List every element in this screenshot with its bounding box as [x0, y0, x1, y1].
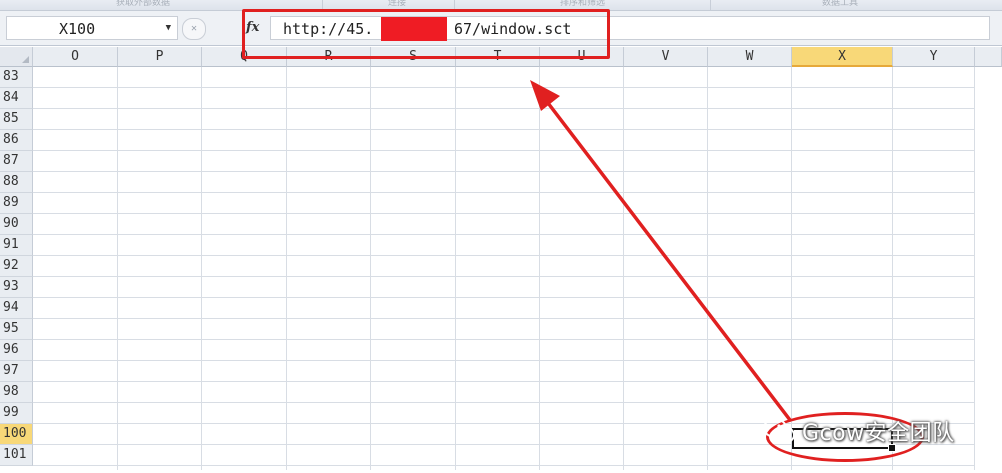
row-header-83[interactable]: 83: [0, 67, 33, 88]
row-header-96[interactable]: 96: [0, 340, 33, 361]
row-header-94[interactable]: 94: [0, 298, 33, 319]
row-gridline: [33, 234, 975, 235]
name-box-value: X100: [59, 20, 96, 38]
column-gridline: [707, 67, 708, 470]
formula-bar: X100 ▼ ✕ fx http://45. 67/window.sct: [0, 11, 1002, 46]
column-header-t[interactable]: T: [456, 47, 540, 67]
formula-text-end: 67/window.sct: [454, 20, 572, 38]
row-header-101[interactable]: 101: [0, 445, 33, 466]
row-gridline: [33, 318, 975, 319]
column-gridline: [455, 67, 456, 470]
row-header-90[interactable]: 90: [0, 214, 33, 235]
row-gridline: [33, 129, 975, 130]
column-header-q[interactable]: Q: [202, 47, 287, 67]
column-gridline: [623, 67, 624, 470]
column-gridline: [201, 67, 202, 470]
formula-input[interactable]: http://45. 67/window.sct: [270, 16, 990, 41]
chevron-down-icon[interactable]: ▼: [166, 23, 171, 33]
row-gridline: [33, 402, 975, 403]
select-all-corner[interactable]: [0, 47, 33, 67]
column-header-p[interactable]: P: [118, 47, 202, 67]
ribbon-group-data-tools: 数据工具: [822, 0, 859, 8]
row-header-84[interactable]: 84: [0, 88, 33, 109]
watermark: Gcow安全团队: [760, 412, 955, 450]
column-gridline: [370, 67, 371, 470]
row-gridline: [33, 276, 975, 277]
row-gridline: [33, 465, 975, 466]
column-gridline: [974, 67, 975, 470]
column-gridline: [539, 67, 540, 470]
row-gridline: [33, 150, 975, 151]
ribbon-group-labels: 获取外部数据 连接 排序和筛选 数据工具: [0, 0, 1002, 11]
row-gridline: [33, 108, 975, 109]
column-header-u[interactable]: U: [540, 47, 624, 67]
row-gridline: [33, 360, 975, 361]
row-header-100[interactable]: 100: [0, 424, 33, 445]
row-header-98[interactable]: 98: [0, 382, 33, 403]
watermark-text: Gcow安全团队: [802, 421, 955, 446]
column-header-o[interactable]: O: [33, 47, 118, 67]
row-header-85[interactable]: 85: [0, 109, 33, 130]
row-header-91[interactable]: 91: [0, 235, 33, 256]
wechat-logo-icon: [763, 418, 795, 444]
column-gridline: [117, 67, 118, 470]
ribbon-group-connections: 连接: [388, 0, 407, 8]
formula-text-start: http://45.: [283, 20, 374, 38]
column-gridline: [892, 67, 893, 470]
redaction-block: [381, 17, 447, 41]
row-header-92[interactable]: 92: [0, 256, 33, 277]
row-gridline: [33, 192, 975, 193]
row-gridline: [33, 381, 975, 382]
column-header-partial[interactable]: [975, 47, 1002, 67]
column-header-y[interactable]: Y: [893, 47, 975, 67]
row-header-86[interactable]: 86: [0, 130, 33, 151]
name-box[interactable]: X100 ▼: [6, 16, 178, 40]
column-gridline: [791, 67, 792, 470]
insert-function-icon[interactable]: fx: [246, 20, 259, 35]
row-header-97[interactable]: 97: [0, 361, 33, 382]
row-gridline: [33, 171, 975, 172]
row-gridline: [33, 213, 975, 214]
ribbon-group-external-data: 获取外部数据: [116, 0, 171, 8]
row-gridline: [33, 297, 975, 298]
row-header-95[interactable]: 95: [0, 319, 33, 340]
row-gridline: [33, 255, 975, 256]
ribbon-group-sort-filter: 排序和筛选: [560, 0, 606, 8]
cancel-icon[interactable]: ✕: [182, 18, 206, 40]
row-header-87[interactable]: 87: [0, 151, 33, 172]
row-header-89[interactable]: 89: [0, 193, 33, 214]
row-header-93[interactable]: 93: [0, 277, 33, 298]
column-header-w[interactable]: W: [708, 47, 792, 67]
row-header-99[interactable]: 99: [0, 403, 33, 424]
column-header-r[interactable]: R: [287, 47, 371, 67]
row-header-88[interactable]: 88: [0, 172, 33, 193]
column-header-v[interactable]: V: [624, 47, 708, 67]
column-header-s[interactable]: S: [371, 47, 456, 67]
row-gridline: [33, 339, 975, 340]
column-header-x[interactable]: X: [792, 47, 893, 67]
row-gridline: [33, 87, 975, 88]
column-gridline: [286, 67, 287, 470]
